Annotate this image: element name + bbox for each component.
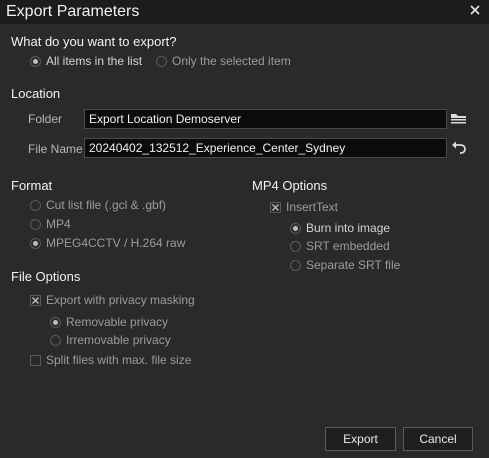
radio-label: MPEG4CCTV / H.264 raw bbox=[46, 236, 186, 250]
radio-label: All items in the list bbox=[46, 54, 143, 68]
checkbox-indicator bbox=[270, 201, 281, 213]
radio-removable-privacy[interactable]: Removable privacy bbox=[50, 314, 168, 330]
checkbox-split-files[interactable]: Split files with max. file size bbox=[30, 352, 191, 368]
checkbox-label: Export with privacy masking bbox=[46, 293, 195, 307]
radio-label: Irremovable privacy bbox=[66, 333, 171, 347]
radio-indicator bbox=[50, 316, 61, 328]
radio-label: Removable privacy bbox=[66, 315, 169, 329]
radio-mp4[interactable]: MP4 bbox=[30, 216, 71, 232]
radio-separate-srt[interactable]: Separate SRT file bbox=[290, 257, 400, 273]
radio-srt-embedded[interactable]: SRT embedded bbox=[290, 238, 390, 254]
folder-field[interactable] bbox=[84, 109, 447, 129]
filename-field[interactable] bbox=[84, 138, 447, 158]
radio-indicator bbox=[50, 334, 61, 346]
radio-label: SRT embedded bbox=[306, 239, 390, 253]
file-options-heading: File Options bbox=[11, 269, 81, 284]
radio-label: MP4 bbox=[46, 217, 71, 231]
filename-label: File Name bbox=[28, 142, 83, 156]
location-heading: Location bbox=[11, 86, 61, 101]
radio-indicator bbox=[30, 218, 41, 230]
checkbox-privacy-masking[interactable]: Export with privacy masking bbox=[30, 292, 195, 308]
checkbox-insert-text[interactable]: InsertText bbox=[270, 199, 338, 215]
radio-indicator bbox=[30, 237, 41, 249]
radio-selected-item[interactable]: Only the selected item bbox=[156, 53, 291, 69]
export-scope-heading: What do you want to export? bbox=[11, 34, 177, 49]
folder-browse-icon[interactable] bbox=[449, 109, 469, 129]
radio-indicator bbox=[156, 55, 167, 67]
radio-cut-list[interactable]: Cut list file (.gcl & .gbf) bbox=[30, 197, 166, 213]
radio-label: Burn into image bbox=[306, 221, 391, 235]
close-icon[interactable] bbox=[467, 2, 483, 18]
folder-label: Folder bbox=[28, 112, 63, 126]
radio-indicator bbox=[290, 222, 301, 234]
title-bar: Export Parameters bbox=[0, 0, 489, 24]
checkbox-indicator bbox=[30, 354, 41, 366]
radio-burn-into-image[interactable]: Burn into image bbox=[290, 220, 390, 236]
undo-arrow-icon[interactable] bbox=[449, 138, 469, 158]
window-title: Export Parameters bbox=[6, 3, 140, 20]
mp4-options-heading: MP4 Options bbox=[252, 178, 328, 193]
checkbox-indicator bbox=[30, 294, 41, 306]
radio-label: Only the selected item bbox=[172, 54, 291, 68]
radio-irremovable-privacy[interactable]: Irremovable privacy bbox=[50, 332, 171, 348]
checkbox-label: InsertText bbox=[286, 200, 339, 214]
checkbox-label: Split files with max. file size bbox=[46, 353, 192, 367]
format-heading: Format bbox=[11, 178, 53, 193]
export-button[interactable]: Export bbox=[325, 427, 396, 451]
radio-all-items[interactable]: All items in the list bbox=[30, 53, 142, 69]
radio-label: Cut list file (.gcl & .gbf) bbox=[46, 198, 167, 212]
cancel-button[interactable]: Cancel bbox=[403, 427, 473, 451]
radio-indicator bbox=[290, 240, 301, 252]
radio-label: Separate SRT file bbox=[306, 258, 401, 272]
radio-mpeg4cctv[interactable]: MPEG4CCTV / H.264 raw bbox=[30, 235, 185, 251]
radio-indicator bbox=[30, 199, 41, 211]
radio-indicator bbox=[30, 55, 41, 67]
radio-indicator bbox=[290, 259, 301, 271]
